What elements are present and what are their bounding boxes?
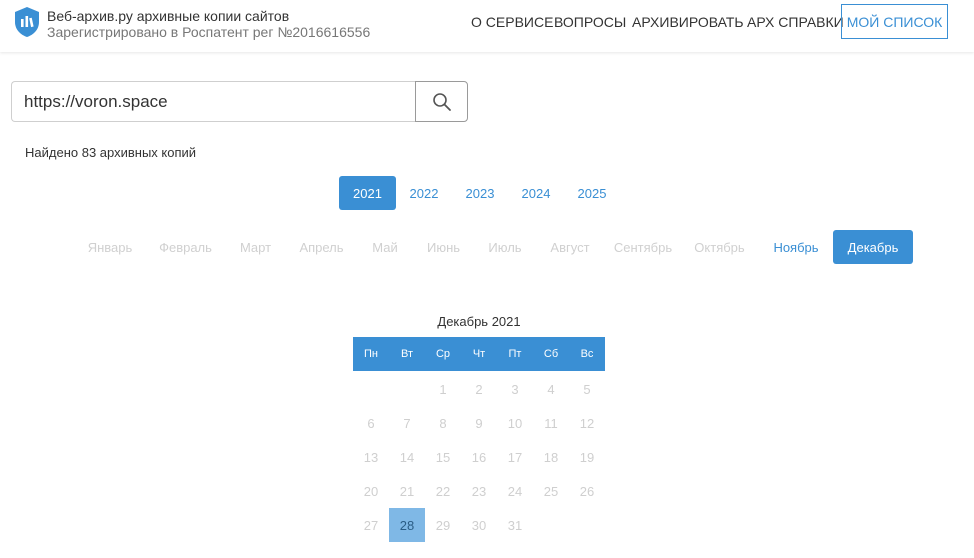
year-tab-2024[interactable]: 2024	[513, 176, 559, 210]
nav-questions[interactable]: ВОПРОСЫ	[554, 14, 626, 30]
brand[interactable]: Веб-архив.ру архивные копии сайтов Зарег…	[47, 8, 370, 40]
site-subtitle: Зарегистрировано в Роспатент рег №201661…	[47, 24, 371, 40]
weekday-mon: Пн	[364, 348, 378, 360]
calendar-day: 18	[543, 449, 559, 465]
calendar-title: Декабрь 2021	[437, 314, 521, 329]
calendar-day: 24	[507, 483, 523, 499]
calendar-day: 13	[363, 449, 379, 465]
calendar-day-archived[interactable]: 28	[389, 508, 425, 542]
month-tab-january: Январь	[87, 239, 133, 255]
site-title[interactable]: Веб-архив.ру архивные копии сайтов	[47, 8, 370, 24]
weekday-thu: Чт	[472, 348, 486, 360]
calendar-day: 7	[403, 415, 411, 431]
calendar-blank-cell	[353, 372, 389, 406]
year-tab-2023[interactable]: 2023	[457, 176, 503, 210]
calendar-day: 15	[435, 449, 451, 465]
weekday-tue: Вт	[400, 348, 413, 360]
month-tab-march: Март	[239, 239, 272, 255]
url-search-input[interactable]	[11, 81, 416, 122]
weekday-sun: Вс	[580, 348, 594, 360]
month-tab-august: Август	[550, 239, 590, 255]
calendar-day: 2	[475, 381, 483, 397]
nav-about[interactable]: О СЕРВИСЕ	[471, 14, 553, 30]
calendar-weekday-header: Пн Вт Ср Чт Пт Сб Вс	[353, 337, 605, 371]
calendar-day: 9	[475, 415, 483, 431]
calendar-days-grid: 1 2 3 4 5 6 7 8 9 10 11 12 13 14 15 16 17 18 19 20 21 22 23 24 2…	[353, 372, 605, 542]
weekday-wed: Ср	[435, 348, 451, 360]
calendar-day: 1	[439, 381, 447, 397]
calendar-day: 29	[435, 517, 451, 533]
calendar-day: 20	[363, 483, 379, 499]
shield-logo-icon[interactable]	[14, 6, 40, 38]
month-tab-july: Июль	[488, 239, 522, 255]
my-list-button[interactable]: МОЙ СПИСОК	[841, 4, 948, 39]
calendar-day: 27	[363, 517, 379, 533]
results-count: Найдено 83 архивных копий	[25, 145, 197, 160]
month-tab-may: Май	[372, 239, 398, 255]
month-tab-february: Февраль	[159, 239, 212, 255]
calendar-day: 5	[583, 381, 591, 397]
calendar-day: 14	[399, 449, 415, 465]
calendar-day: 22	[435, 483, 451, 499]
weekday-sat: Сб	[543, 348, 559, 360]
calendar-day: 4	[547, 381, 555, 397]
calendar-day: 8	[439, 415, 447, 431]
year-tab-2021[interactable]: 2021	[339, 176, 396, 210]
site-header: Веб-архив.ру архивные копии сайтов Зарег…	[0, 0, 974, 52]
calendar-day: 19	[579, 449, 595, 465]
month-tab-june: Июнь	[426, 239, 461, 255]
calendar-day: 17	[507, 449, 523, 465]
month-tab-october: Октябрь	[694, 239, 745, 255]
nav-archive[interactable]: АРХИВИРОВАТЬ	[632, 14, 744, 30]
calendar-day: 11	[544, 415, 558, 431]
weekday-fri: Пт	[508, 348, 522, 360]
calendar-blank-cell	[389, 372, 425, 406]
calendar-day: 21	[399, 483, 415, 499]
calendar-day: 30	[471, 517, 487, 533]
month-tab-april: Апрель	[299, 239, 344, 255]
calendar-day: 6	[367, 415, 375, 431]
month-tab-december[interactable]: Декабрь	[833, 230, 913, 264]
calendar-day: 23	[471, 483, 487, 499]
search-button[interactable]	[415, 81, 468, 122]
calendar-day: 3	[511, 381, 519, 397]
calendar-day: 25	[543, 483, 559, 499]
calendar-day: 12	[579, 415, 595, 431]
calendar-day: 10	[507, 415, 523, 431]
search-icon	[432, 92, 451, 111]
month-tab-november[interactable]: Ноябрь	[765, 230, 827, 264]
calendar-day: 31	[507, 517, 523, 533]
calendar-day: 16	[471, 449, 487, 465]
month-tab-september: Сентябрь	[613, 239, 673, 255]
year-tab-2025[interactable]: 2025	[569, 176, 615, 210]
nav-archive-certificates[interactable]: АРХ СПРАВКИ	[747, 14, 844, 30]
year-tab-2022[interactable]: 2022	[401, 176, 447, 210]
calendar-day: 26	[579, 483, 595, 499]
